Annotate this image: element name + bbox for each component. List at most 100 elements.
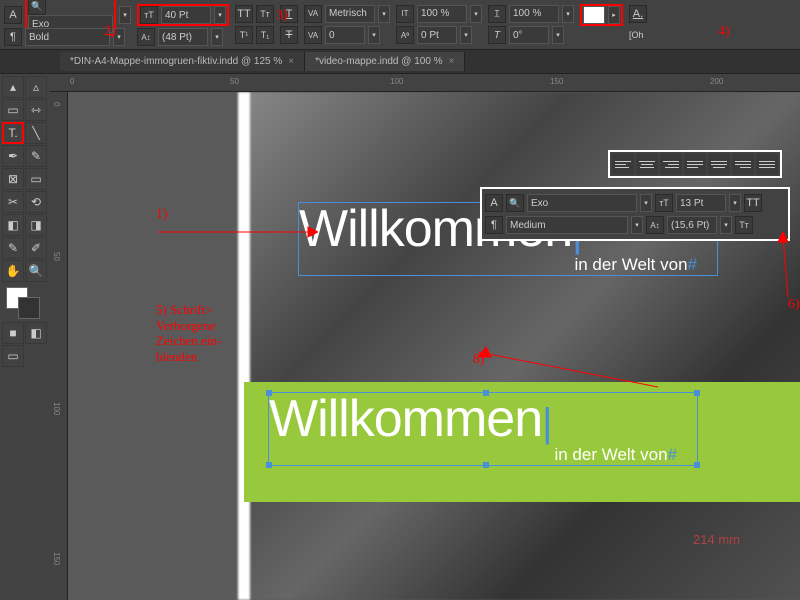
align-left[interactable] — [612, 154, 634, 174]
annotation-3: 3) — [276, 8, 288, 24]
leading-icon: A↕ — [137, 28, 155, 46]
canvas[interactable]: Willkommen| in der Welt von# Willkommen|… — [68, 92, 800, 600]
dropdown-icon[interactable]: ▾ — [214, 6, 226, 24]
baseline-input[interactable] — [417, 26, 457, 44]
dropdown-icon[interactable]: ▾ — [378, 5, 390, 23]
search-icon[interactable]: 🔍 — [28, 0, 46, 15]
fill-color-group: ▸ — [580, 4, 623, 26]
close-icon[interactable]: × — [288, 56, 294, 67]
font-size-icon: тT — [140, 6, 158, 24]
allcaps-icon[interactable]: TT — [235, 5, 253, 23]
dropdown-icon[interactable]: ▾ — [720, 216, 732, 234]
canvas-wrap: 0 50 100 150 200 0 50 100 150 Willkommen… — [50, 74, 800, 600]
document-tabs: *DIN-A4-Mappe-immogruen-fiktiv.indd @ 12… — [0, 50, 800, 74]
transform-tool[interactable]: ⟲ — [25, 191, 47, 213]
size-icon: тT — [655, 194, 673, 212]
apply-gradient[interactable]: ◧ — [25, 322, 47, 344]
hand-tool[interactable]: ✋ — [2, 260, 24, 282]
ruler-vertical[interactable]: 0 50 100 150 — [50, 92, 68, 600]
direct-select-tool[interactable]: ▵ — [25, 76, 47, 98]
selection-tool[interactable]: ▴ — [2, 76, 24, 98]
dropdown-icon[interactable]: ▾ — [640, 194, 652, 212]
dropdown-icon[interactable]: ▾ — [631, 216, 643, 234]
hscale-icon: T̲ — [488, 5, 506, 23]
type-tool[interactable]: T. — [2, 122, 24, 144]
eyedropper-tool[interactable]: ✐ — [25, 237, 47, 259]
close-icon[interactable]: × — [449, 56, 455, 67]
gap-tool[interactable]: ⇿ — [25, 99, 47, 121]
align-right[interactable] — [660, 154, 682, 174]
flyout-size-input[interactable] — [676, 194, 726, 212]
font-size-group: тT ▾ 3) — [137, 4, 229, 26]
character-flyout: A 🔍 ▾ тT ▾ TT ¶ ▾ A↕ ▾ Tт — [480, 187, 790, 241]
view-mode[interactable]: ▭ — [2, 345, 24, 367]
note-tool[interactable]: ✎ — [2, 237, 24, 259]
rect-tool[interactable]: ▭ — [25, 168, 47, 190]
tab-doc-2[interactable]: *video-mappe.indd @ 100 %× — [305, 52, 465, 71]
pencil-tool[interactable]: ✎ — [25, 145, 47, 167]
skew-icon: T — [488, 26, 506, 44]
tracking-input[interactable] — [325, 26, 365, 44]
justify-all[interactable] — [756, 154, 778, 174]
para-icon[interactable]: ¶ — [485, 216, 503, 234]
annotation-5: 5) Schrift> Verborgene Zeichen ein­blend… — [156, 302, 246, 364]
char-panel-icon[interactable]: A — [4, 6, 22, 24]
gradient-feather-tool[interactable]: ◨ — [25, 214, 47, 236]
gradient-tool[interactable]: ◧ — [2, 214, 24, 236]
annotation-2: 2) — [104, 24, 116, 40]
align-center[interactable] — [636, 154, 658, 174]
dropdown-icon[interactable]: ▾ — [470, 5, 482, 23]
dropdown-icon[interactable]: ▾ — [119, 6, 131, 24]
strike-icon[interactable]: T — [280, 26, 298, 44]
page-tool[interactable]: ▭ — [2, 99, 24, 121]
dropdown-icon[interactable]: ▾ — [460, 26, 472, 44]
text-frame-2[interactable]: Willkommen| in der Welt von# — [268, 392, 698, 466]
kerning-input[interactable] — [325, 5, 375, 23]
vscale-input[interactable] — [417, 5, 467, 23]
justify-center[interactable] — [708, 154, 730, 174]
flyout-weight-input[interactable] — [506, 216, 628, 234]
superscript-icon[interactable]: T¹ — [235, 26, 253, 44]
apply-color[interactable]: ■ — [2, 322, 24, 344]
para-panel-icon[interactable]: ¶ — [4, 28, 22, 46]
dropdown-icon[interactable]: ▾ — [211, 28, 223, 46]
fill-stroke-swatch[interactable] — [6, 287, 46, 317]
leading-icon: A↕ — [646, 216, 664, 234]
flyout-leading-input[interactable] — [667, 216, 717, 234]
smallcaps-icon[interactable]: Tт — [256, 5, 274, 23]
leading-input[interactable] — [158, 28, 208, 46]
dimension-label: 214 mm — [693, 532, 740, 547]
zoom-tool[interactable]: 🔍 — [25, 260, 47, 282]
char-icon[interactable]: A — [485, 194, 503, 212]
flyout-font-input[interactable] — [527, 194, 637, 212]
dropdown-icon[interactable]: ▾ — [729, 194, 741, 212]
dropdown-icon[interactable]: ▸ — [608, 6, 620, 24]
font-size-input[interactable] — [161, 6, 211, 24]
justify-right[interactable] — [732, 154, 754, 174]
allcaps-icon[interactable]: TT — [744, 194, 762, 212]
dropdown-icon[interactable]: ▾ — [562, 5, 574, 23]
justify-left[interactable] — [684, 154, 706, 174]
pen-tool[interactable]: ✒ — [2, 145, 24, 167]
hscale-input[interactable] — [509, 5, 559, 23]
headline-text-2[interactable]: Willkommen| — [269, 393, 697, 445]
ruler-horizontal[interactable]: 0 50 100 150 200 — [50, 74, 800, 92]
subscript-icon[interactable]: T₁ — [256, 26, 274, 44]
paragraph-align-panel — [608, 150, 782, 178]
skew-input[interactable] — [509, 26, 549, 44]
line-tool[interactable]: ╲ — [25, 122, 47, 144]
vscale-icon: IT — [396, 5, 414, 23]
subline-text[interactable]: in der Welt von# — [299, 255, 717, 275]
dropdown-icon[interactable]: ▾ — [552, 26, 564, 44]
fill-swatch[interactable] — [583, 6, 605, 24]
charstyle-icon[interactable]: A. — [629, 5, 647, 23]
search-icon[interactable]: 🔍 — [506, 194, 524, 212]
main-area: ▴▵ ▭⇿ T.╲ ✒✎ ⊠▭ ✂⟲ ◧◨ ✎✐ ✋🔍 ■◧ ▭ 0 50 10… — [0, 74, 800, 600]
scissors-tool[interactable]: ✂ — [2, 191, 24, 213]
dropdown-icon[interactable]: ▾ — [368, 26, 380, 44]
rect-frame-tool[interactable]: ⊠ — [2, 168, 24, 190]
arrow-1 — [158, 222, 318, 242]
annotation-4: 4) — [718, 24, 730, 40]
tab-doc-1[interactable]: *DIN-A4-Mappe-immogruen-fiktiv.indd @ 12… — [60, 52, 305, 71]
font-weight-input[interactable] — [25, 28, 110, 46]
